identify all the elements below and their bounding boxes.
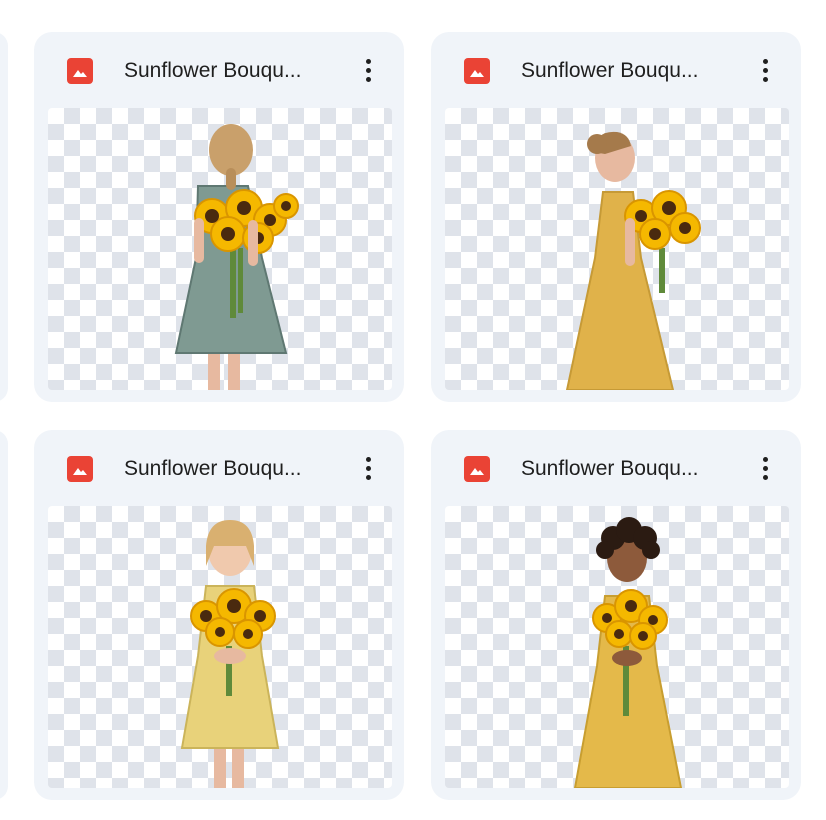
file-title: Sunflower Bouqu... [521, 59, 699, 82]
curly-hair-girl-front-yellow-dress-sunflowers [573, 517, 683, 788]
image-file-icon [67, 456, 93, 482]
girl-back-view-green-dress-sunflowers [174, 124, 299, 390]
card-header: Sunflower Bouqu... [34, 430, 404, 506]
file-card[interactable]: Sunflower Bouqu... [34, 430, 404, 800]
file-title: Sunflower Bouqu... [124, 59, 302, 82]
card-header: Sunflower Bouqu... [431, 430, 801, 506]
file-card[interactable]: Sunflower Bouqu... [34, 32, 404, 402]
blonde-girl-front-yellow-dress-sunflowers [180, 520, 280, 788]
file-card[interactable]: Sunflower Bouqu... [431, 32, 801, 402]
file-title: Sunflower Bouqu... [521, 457, 699, 480]
image-file-icon [67, 58, 93, 84]
more-vert-icon[interactable] [354, 454, 382, 482]
image-file-icon [464, 58, 490, 84]
image-thumbnail[interactable] [445, 506, 789, 788]
more-vert-icon[interactable] [751, 56, 779, 84]
more-vert-icon[interactable] [751, 454, 779, 482]
image-file-icon [464, 456, 490, 482]
image-thumbnail[interactable] [48, 506, 392, 788]
partial-card-left[interactable] [0, 430, 8, 800]
file-card[interactable]: Sunflower Bouqu... [431, 430, 801, 800]
file-grid: Sunflower Bouqu... Sunflower Bouqu... Su… [0, 0, 826, 820]
image-thumbnail[interactable] [48, 108, 392, 390]
more-vert-icon[interactable] [354, 56, 382, 84]
partial-card-left[interactable] [0, 32, 8, 402]
image-thumbnail[interactable] [445, 108, 789, 390]
card-header: Sunflower Bouqu... [34, 32, 404, 108]
girl-side-view-yellow-dress-sunflowers [565, 131, 701, 390]
card-header: Sunflower Bouqu... [431, 32, 801, 108]
file-title: Sunflower Bouqu... [124, 457, 302, 480]
